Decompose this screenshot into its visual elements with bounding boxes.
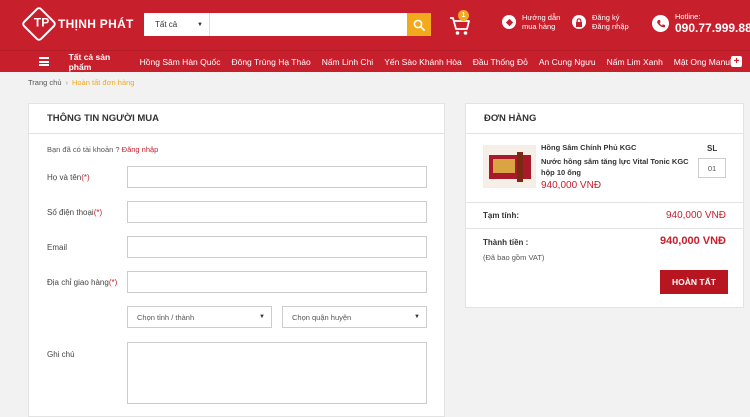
cart-count-badge: 1 — [458, 10, 469, 21]
address-label: Địa chỉ giao hàng(*) — [47, 277, 118, 287]
district-select-value: Chọn quận huyện — [292, 312, 352, 322]
nav-category-list: Hồng Sâm Hàn Quốc Đông Trùng Hạ Thảo Nấm… — [140, 57, 750, 67]
product-brand[interactable]: Hồng Sâm Chính Phủ KGC — [541, 143, 636, 152]
search-bar: Tất cả ▼ — [144, 13, 431, 36]
guide-line1: Hướng dẫn — [522, 13, 561, 22]
product-name[interactable]: Nước hồng sâm tăng lực Vital Tonic KGC h… — [541, 156, 691, 178]
buyer-info-title: Thông tin người mua — [29, 104, 444, 134]
phone-label: Số điện thoại(*) — [47, 207, 103, 217]
qty-input[interactable]: 01 — [698, 158, 726, 178]
note-label: Ghi chú — [47, 350, 75, 359]
chevron-down-icon: ▼ — [259, 314, 265, 320]
nav-item[interactable]: Nấm Lim Xanh — [607, 57, 663, 67]
address-row: Địa chỉ giao hàng(*) — [47, 271, 427, 293]
nav-item[interactable]: Yến Sào Khánh Hòa — [384, 57, 462, 67]
all-products-menu[interactable]: Tất cả sản phẩm — [39, 52, 118, 72]
nav-item[interactable]: An Cung Ngưu — [539, 57, 596, 67]
nav-item[interactable]: Mật Ong Manuka — [674, 57, 739, 67]
name-label: Họ và tên(*) — [47, 172, 90, 182]
search-input[interactable] — [210, 13, 407, 36]
login-link-header[interactable]: Đăng nhập — [592, 22, 629, 31]
main-nav: Tất cả sản phẩm Hồng Sâm Hàn Quốc Đông T… — [0, 50, 750, 72]
logo-text: THỊNH PHÁT — [58, 17, 134, 31]
menu-icon — [39, 57, 49, 66]
phone-icon — [652, 15, 669, 32]
hotline-number: 090.77.999.88 — [675, 21, 750, 35]
nav-item[interactable]: Hồng Sâm Hàn Quốc — [140, 57, 221, 67]
hotline[interactable]: Hotline: 090.77.999.88 — [652, 12, 750, 35]
total-label: Thành tiền : — [483, 238, 529, 247]
address-input[interactable] — [127, 271, 427, 293]
order-panel: Đơn hàng Hồng Sâm Chính Phủ KGC Nước hồn… — [465, 103, 744, 308]
breadcrumb-home[interactable]: Trang chủ — [28, 78, 62, 87]
search-category-select[interactable]: Tất cả ▼ — [144, 13, 210, 36]
email-input[interactable] — [127, 236, 427, 258]
login-link[interactable]: Đăng nhập — [122, 145, 159, 154]
phone-input[interactable] — [127, 201, 427, 223]
guide-line2: mua hàng — [522, 22, 556, 31]
logo-icon: TP — [20, 5, 58, 43]
divider — [466, 228, 743, 229]
lock-icon — [572, 15, 586, 29]
chevron-down-icon: ▼ — [197, 21, 203, 28]
divider — [466, 202, 743, 203]
login-prompt-text: Bạn đã có tài khoản ? — [47, 145, 120, 154]
register-link[interactable]: Đăng ký — [592, 13, 629, 22]
phone-row: Số điện thoại(*) — [47, 201, 427, 223]
subtotal-value: 940,000 VNĐ — [665, 210, 726, 221]
hotline-label: Hotline: — [675, 12, 701, 21]
account-link[interactable]: Đăng ký Đăng nhập — [572, 13, 629, 31]
login-prompt: Bạn đã có tài khoản ? Đăng nhập — [47, 145, 158, 154]
subtotal-label: Tạm tính: — [483, 211, 519, 220]
vat-note: (Đã bao gồm VAT) — [483, 253, 545, 262]
email-row: Email — [47, 236, 427, 258]
note-textarea[interactable] — [127, 342, 427, 404]
plus-icon[interactable]: + — [731, 56, 742, 67]
chevron-down-icon: ▼ — [414, 314, 420, 320]
total-value: 940,000 VNĐ — [659, 235, 726, 247]
order-title: Đơn hàng — [466, 104, 743, 134]
province-select[interactable]: Chọn tỉnh / thành ▼ — [127, 306, 272, 328]
top-header: TP THỊNH PHÁT Tất cả ▼ 1 Hướng dẫn mua h… — [0, 0, 750, 50]
search-button[interactable] — [407, 13, 431, 36]
location-selects: Chọn tỉnh / thành ▼ Chọn quận huyện ▼ — [127, 306, 437, 328]
all-products-label: Tất cả sản phẩm — [68, 51, 111, 72]
buyer-info-panel: Thông tin người mua Bạn đã có tài khoản … — [28, 103, 445, 417]
complete-order-button[interactable]: HOÀN TẤT — [660, 270, 728, 294]
site-logo[interactable]: TP THỊNH PHÁT — [20, 5, 134, 43]
name-row: Họ và tên(*) — [47, 166, 427, 188]
province-select-value: Chọn tỉnh / thành — [137, 312, 195, 322]
product-price: 940,000 VNĐ — [541, 180, 602, 191]
guide-link[interactable]: Hướng dẫn mua hàng — [502, 13, 560, 31]
search-category-label: Tất cả — [155, 20, 178, 29]
name-input[interactable] — [127, 166, 427, 188]
district-select[interactable]: Chọn quận huyện ▼ — [282, 306, 427, 328]
qty-header: SL — [707, 144, 718, 153]
nav-item[interactable]: Đông Trùng Hạ Thảo — [231, 57, 310, 67]
nav-item[interactable]: Đầu Thống Đỏ — [473, 57, 528, 67]
email-label: Email — [47, 242, 68, 252]
search-icon — [413, 19, 425, 31]
product-image[interactable] — [483, 145, 536, 188]
breadcrumb-current: Hoàn tất đơn hàng — [72, 78, 135, 87]
breadcrumb-separator: › — [65, 78, 69, 87]
guide-icon — [502, 15, 516, 29]
nav-item[interactable]: Nấm Linh Chi — [322, 57, 374, 67]
breadcrumb: Trang chủ › Hoàn tất đơn hàng — [28, 78, 134, 87]
